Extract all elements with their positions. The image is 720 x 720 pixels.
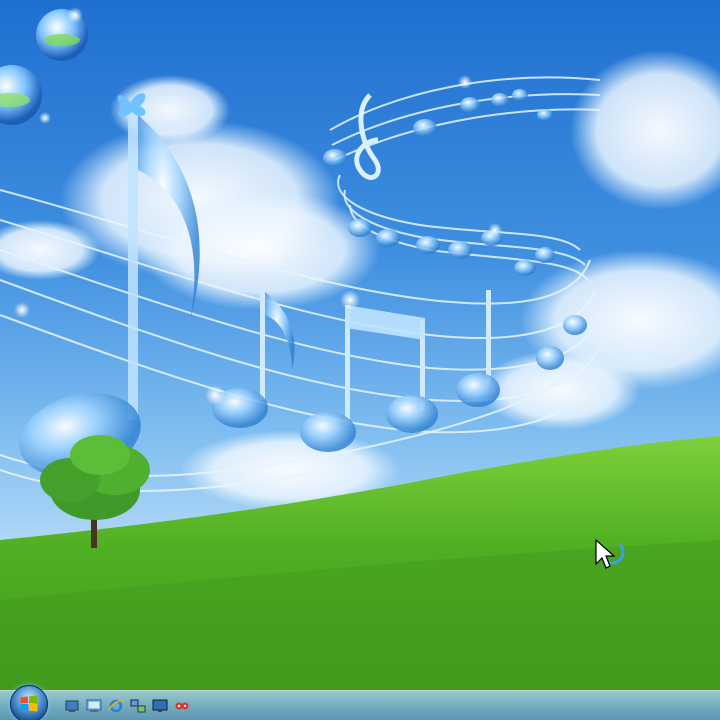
wallpaper [0, 7, 720, 720]
busy-cursor-icon [595, 538, 625, 569]
desktop[interactable] [0, 0, 720, 720]
windows-logo-icon [20, 695, 38, 712]
bubble-decorations [0, 9, 88, 125]
show-desktop-icon[interactable] [64, 698, 80, 714]
internet-explorer-icon[interactable] [108, 698, 124, 714]
media-icon[interactable] [174, 698, 190, 714]
taskbar [0, 685, 720, 720]
network-icon[interactable] [130, 698, 146, 714]
computer-icon[interactable] [86, 698, 102, 714]
start-button[interactable] [10, 685, 48, 720]
quick-launch [64, 697, 190, 715]
display-icon[interactable] [152, 698, 168, 714]
